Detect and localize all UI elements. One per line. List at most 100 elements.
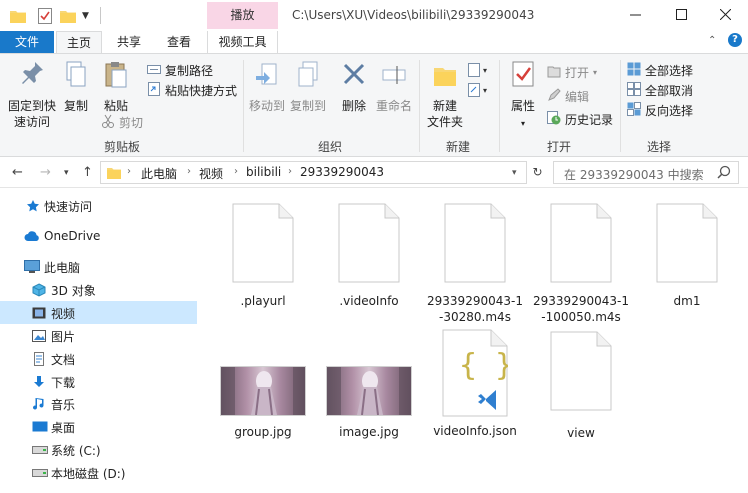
picture-icon bbox=[32, 329, 46, 346]
close-button[interactable] bbox=[702, 0, 748, 31]
new-item-icon[interactable]: ▾ bbox=[468, 61, 490, 79]
move-to-button[interactable]: 移动到 bbox=[247, 60, 287, 114]
recent-locations-icon[interactable]: ▾ bbox=[64, 168, 69, 178]
sidebar-item-10[interactable]: 系统 (C:) bbox=[0, 438, 197, 461]
image-thumbnail bbox=[220, 366, 306, 416]
delete-button[interactable]: 删除 bbox=[338, 60, 370, 114]
cut-button[interactable]: 剪切 bbox=[101, 113, 143, 131]
drive-icon bbox=[32, 466, 48, 481]
file-item[interactable]: dm1 bbox=[637, 203, 737, 323]
tab-home[interactable]: 主页 bbox=[56, 31, 102, 53]
music-icon bbox=[32, 397, 46, 414]
svg-text:▾: ▾ bbox=[483, 66, 487, 75]
file-item[interactable]: view bbox=[531, 329, 631, 440]
copy-button[interactable]: 复制 bbox=[60, 60, 92, 114]
copy-to-button[interactable]: 复制到 bbox=[288, 60, 328, 114]
breadcrumb-this-pc[interactable]: 此电脑 bbox=[141, 165, 177, 182]
file-name: .videoInfo bbox=[339, 294, 399, 308]
search-placeholder: 在 29339290043 中搜索 bbox=[564, 168, 704, 182]
navigation-pane: 快速访问 OneDrive 此电脑 3D 对象 视频 图片 文档 下载 音乐 桌面 系统 (C:) 本… bbox=[0, 189, 197, 493]
context-tab-play[interactable]: 播放 bbox=[207, 2, 278, 29]
pin-label-1: 固定到快 bbox=[7, 99, 56, 113]
file-item[interactable]: group.jpg bbox=[207, 329, 319, 439]
breadcrumb-bilibili[interactable]: bilibili bbox=[246, 165, 281, 179]
forward-arrow-icon[interactable]: → bbox=[40, 165, 51, 180]
file-item[interactable]: 29339290043-1 -30280.m4s bbox=[425, 203, 525, 324]
chevron-right-icon[interactable]: › bbox=[187, 166, 191, 177]
copy-path-button[interactable]: 复制路径 bbox=[147, 61, 213, 79]
sidebar-item-7[interactable]: 下载 bbox=[0, 370, 197, 393]
back-arrow-icon[interactable]: ← bbox=[12, 165, 23, 180]
new-folder-label-2: 文件夹 bbox=[426, 115, 463, 129]
select-all-button[interactable]: 全部选择 bbox=[627, 61, 693, 79]
tab-view[interactable]: 查看 bbox=[158, 31, 200, 53]
history-icon bbox=[547, 110, 561, 128]
search-box[interactable]: 在 29339290043 中搜索 bbox=[553, 161, 739, 184]
file-item[interactable]: 29339290043-1 -100050.m4s bbox=[531, 203, 631, 324]
sidebar-item-0[interactable]: 快速访问 bbox=[0, 194, 197, 217]
maximize-button[interactable] bbox=[658, 0, 704, 31]
file-item[interactable]: image.jpg bbox=[313, 329, 425, 439]
file-name: view bbox=[567, 426, 595, 440]
paste-button[interactable]: 粘贴 bbox=[100, 60, 132, 114]
tab-share[interactable]: 共享 bbox=[108, 31, 150, 53]
properties-button[interactable]: 属性 ▾ bbox=[505, 60, 541, 132]
new-folder-icon bbox=[424, 60, 466, 94]
address-bar[interactable]: › 此电脑 › 视频 › bilibili › 29339290043 ▾ bbox=[100, 161, 527, 184]
file-item[interactable]: .videoInfo bbox=[319, 203, 419, 323]
minimize-icon bbox=[629, 9, 641, 23]
pin-icon bbox=[6, 60, 58, 94]
up-arrow-icon[interactable]: ↑ bbox=[82, 165, 93, 180]
file-name: group.jpg bbox=[234, 425, 292, 439]
easy-access-icon[interactable]: ▾ bbox=[468, 81, 490, 99]
open-button[interactable]: 打开 ▾ bbox=[547, 63, 597, 81]
sidebar-item-4[interactable]: 视频 bbox=[0, 301, 197, 324]
sidebar-item-11[interactable]: 本地磁盘 (D:) bbox=[0, 461, 197, 484]
sidebar-item-8[interactable]: 音乐 bbox=[0, 392, 197, 415]
new-folder-icon[interactable] bbox=[60, 7, 76, 25]
help-icon[interactable]: ? bbox=[728, 33, 742, 47]
customize-toolbar-icon[interactable]: ▼ bbox=[82, 7, 89, 25]
sidebar-item-2[interactable]: 此电脑 bbox=[0, 255, 197, 278]
file-item[interactable]: { } videoInfo.json bbox=[425, 329, 525, 439]
chevron-right-icon[interactable]: › bbox=[234, 166, 238, 177]
chevron-down-icon[interactable]: ▾ bbox=[512, 168, 517, 178]
sidebar-item-1[interactable]: OneDrive bbox=[0, 225, 197, 248]
close-icon bbox=[719, 8, 731, 23]
collapse-ribbon-icon[interactable]: ⌃ bbox=[708, 35, 716, 46]
sidebar-item-5[interactable]: 图片 bbox=[0, 324, 197, 347]
tab-file[interactable]: 文件 bbox=[0, 31, 54, 53]
properties-dropdown-icon[interactable]: ▾ bbox=[521, 119, 525, 128]
properties-check-icon[interactable] bbox=[38, 7, 52, 25]
move-to-icon bbox=[247, 60, 287, 94]
file-item[interactable]: .playurl bbox=[213, 203, 313, 323]
cut-label: 剪切 bbox=[119, 115, 144, 130]
sidebar-item-3[interactable]: 3D 对象 bbox=[0, 278, 197, 301]
open-icon bbox=[547, 64, 561, 81]
svg-text:{ }: { } bbox=[459, 348, 508, 383]
folder-icon[interactable] bbox=[10, 7, 26, 25]
organize-group-label: 组织 bbox=[317, 140, 342, 154]
sidebar-item-9[interactable]: 桌面 bbox=[0, 415, 197, 438]
select-none-label: 全部取消 bbox=[645, 83, 694, 98]
history-button[interactable]: 历史记录 bbox=[547, 110, 613, 128]
ribbon-separator bbox=[620, 60, 621, 152]
refresh-button[interactable]: ↻ bbox=[528, 161, 547, 184]
pin-quick-access-button[interactable]: 固定到快 速访问 bbox=[6, 60, 58, 130]
chevron-right-icon[interactable]: › bbox=[288, 166, 292, 177]
rename-button[interactable]: 重命名 bbox=[374, 60, 414, 114]
minimize-button[interactable] bbox=[612, 0, 658, 31]
sidebar-item-6[interactable]: 文档 bbox=[0, 347, 197, 370]
blank-file-icon bbox=[338, 203, 400, 283]
delete-label: 删除 bbox=[341, 99, 366, 113]
select-none-button[interactable]: 全部取消 bbox=[627, 81, 693, 99]
edit-button[interactable]: 编辑 bbox=[547, 87, 589, 105]
breadcrumb-videos[interactable]: 视频 bbox=[199, 165, 223, 182]
properties-icon bbox=[505, 60, 541, 94]
breadcrumb-folder[interactable]: 29339290043 bbox=[300, 165, 384, 179]
paste-shortcut-button[interactable]: 粘贴快捷方式 bbox=[147, 81, 237, 99]
tab-video-tools[interactable]: 视频工具 bbox=[207, 31, 278, 53]
invert-selection-button[interactable]: 反向选择 bbox=[627, 101, 693, 119]
new-folder-button[interactable]: 新建 文件夹 bbox=[424, 60, 466, 130]
chevron-right-icon[interactable]: › bbox=[127, 166, 131, 177]
